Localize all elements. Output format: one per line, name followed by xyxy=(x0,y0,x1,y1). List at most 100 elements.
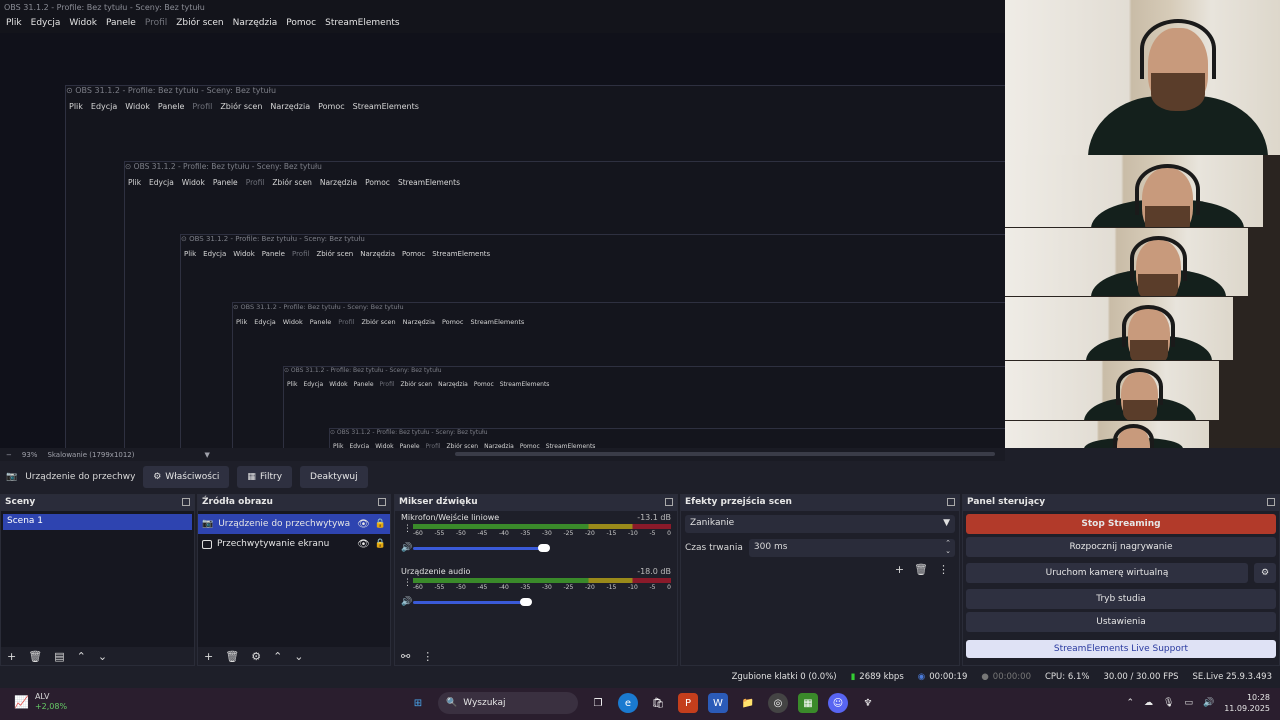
meter-tick: -25 xyxy=(563,530,574,537)
speaker-icon[interactable]: 🔊 xyxy=(401,597,412,607)
volume-icon[interactable]: 🔊 xyxy=(1203,698,1214,708)
volume-slider-handle[interactable] xyxy=(538,544,551,552)
source-item[interactable]: 📷 Urządzenie do przechwytywania v 👁 🔒 xyxy=(198,514,390,534)
chevron-up-icon[interactable]: ⌃ xyxy=(273,650,282,663)
add-icon[interactable]: + xyxy=(7,650,16,663)
chevron-up-icon[interactable]: ⌃ xyxy=(77,650,86,663)
display-icon[interactable]: ▭ xyxy=(1184,698,1193,708)
menu-item[interactable]: Widok xyxy=(69,18,97,33)
windows-start-icon[interactable]: ⊞ xyxy=(408,693,428,713)
trash-icon[interactable]: 🗑 xyxy=(28,650,42,663)
menu-item[interactable]: Edycja xyxy=(31,18,61,33)
menu-item[interactable]: Panele xyxy=(106,18,136,33)
stop-streaming-button[interactable]: Stop Streaming xyxy=(966,514,1276,534)
menu-item[interactable]: Plik xyxy=(6,18,22,33)
nested-menu-item: Pomoc xyxy=(473,381,494,388)
volume-slider[interactable] xyxy=(413,547,543,550)
selected-source-name: Urządzenie do przechwytyw xyxy=(25,472,136,482)
more-icon[interactable]: ⋮ xyxy=(938,563,949,576)
nested-menu-bar: Plik Edycja Widok Panele Profil Zbiór scen Nar… xyxy=(287,381,549,388)
microphone-icon[interactable]: 🎙 xyxy=(1163,698,1174,708)
stream-icon: ◉ xyxy=(917,672,926,682)
gear-icon[interactable]: ⚙ xyxy=(251,650,261,663)
spin-icon[interactable]: ⌃ ⌄ xyxy=(945,539,951,555)
menu-item[interactable]: Profil xyxy=(145,18,167,33)
task-view-icon[interactable]: ❐ xyxy=(588,693,608,713)
controls-title: Panel sterujący xyxy=(963,495,1279,511)
trash-icon[interactable]: 🗑 xyxy=(914,563,928,576)
speaker-icon[interactable]: 🔊 xyxy=(401,543,412,553)
obs-streamelements-icon[interactable]: ♆ xyxy=(858,693,878,713)
preview-canvas[interactable]: ⊙ OBS 31.1.2 - Profile: Bez tytułu - Sce… xyxy=(0,33,1005,448)
settings-button[interactable]: Ustawienia xyxy=(966,612,1276,632)
scene-item[interactable]: Scena 1 xyxy=(3,514,192,530)
duration-field[interactable]: 300 ms ⌃ ⌄ xyxy=(748,539,955,557)
more-icon[interactable]: ⋮ xyxy=(403,525,412,534)
virtual-camera-button[interactable]: Uruchom kamerę wirtualną xyxy=(966,563,1248,583)
source-item[interactable]: Przechwytywanie ekranu 👁 🔒 xyxy=(198,534,390,554)
menu-item[interactable]: Narzędzia xyxy=(233,18,278,33)
nested-menu-item: Profil xyxy=(291,250,310,258)
powerpoint-icon[interactable]: P xyxy=(678,693,698,713)
word-icon[interactable]: W xyxy=(708,693,728,713)
menu-item[interactable]: Pomoc xyxy=(286,18,316,33)
nested-menu-item: Edycja xyxy=(203,250,227,258)
popout-icon[interactable] xyxy=(1267,498,1275,506)
start-recording-button[interactable]: Rozpocznij nagrywanie xyxy=(966,537,1276,557)
menu-item[interactable]: StreamElements xyxy=(325,18,400,33)
filters-button[interactable]: ▦ Filtry xyxy=(237,466,293,488)
chevron-down-icon[interactable]: ⌄ xyxy=(98,650,107,663)
discord-icon[interactable]: ☺ xyxy=(828,693,848,713)
mixer-dock: Mikser dźwięku Mikrofon/Wejście liniowe -… xyxy=(394,494,678,666)
scaling-info: Skalowanie (1799x1012) xyxy=(47,450,135,459)
properties-button[interactable]: ⚙ Właściwości xyxy=(143,466,230,488)
link-icon[interactable]: ⚯ xyxy=(401,650,410,663)
chevron-down-icon[interactable]: ▼ xyxy=(205,451,210,459)
deactivate-button[interactable]: Deaktywuj xyxy=(300,466,368,488)
se-support-button[interactable]: StreamElements Live Support xyxy=(966,640,1276,658)
search-box[interactable]: 🔍 Wyszukaj xyxy=(438,692,578,714)
more-icon[interactable]: ⋮ xyxy=(422,650,433,663)
add-icon[interactable]: + xyxy=(204,650,213,663)
popout-icon[interactable] xyxy=(182,498,190,506)
add-icon[interactable]: + xyxy=(895,563,904,576)
eye-icon[interactable]: 👁 xyxy=(357,519,370,530)
stock-chart-icon: 📈 xyxy=(14,695,29,709)
more-icon[interactable]: ⋮ xyxy=(403,579,412,588)
meter-tick: -55 xyxy=(434,584,445,591)
nested-menu-item: Narzędzia xyxy=(438,381,468,388)
cloud-icon[interactable]: ☁ xyxy=(1144,698,1153,708)
volume-slider[interactable] xyxy=(413,601,524,604)
volume-slider-handle[interactable] xyxy=(519,598,532,606)
nested-menu-item: StreamElements xyxy=(352,102,419,111)
meter-tick: 0 xyxy=(667,530,671,537)
webcam-frame xyxy=(1005,421,1209,448)
studio-mode-button[interactable]: Tryb studia xyxy=(966,589,1276,609)
chrome-icon[interactable]: ◎ xyxy=(768,693,788,713)
chevron-up-icon[interactable]: ⌃ xyxy=(1126,698,1134,708)
chevron-down-icon[interactable]: ⌄ xyxy=(294,650,303,663)
properties-label: Właściwości xyxy=(165,472,220,482)
store-icon[interactable]: 🛍 xyxy=(648,693,668,713)
file-explorer-icon[interactable]: 📁 xyxy=(738,693,758,713)
edge-icon[interactable]: e xyxy=(618,693,638,713)
minecraft-icon[interactable]: ▦ xyxy=(798,693,818,713)
stock-widget[interactable]: 📈 ALV +2,08% xyxy=(14,692,67,712)
source-label: Urządzenie do przechwytywania v xyxy=(218,519,351,529)
meter-tick: -10 xyxy=(628,530,638,537)
preview-scrollbar[interactable] xyxy=(455,452,995,456)
filter-icon[interactable]: ▤ xyxy=(54,650,64,663)
zoom-out-button[interactable]: − xyxy=(6,451,12,459)
popout-icon[interactable] xyxy=(665,498,673,506)
nested-menu-item: Zbiór scen xyxy=(316,250,354,258)
lock-icon[interactable]: 🔒 xyxy=(375,539,386,549)
menu-item[interactable]: Zbiór scen xyxy=(176,18,223,33)
lock-icon[interactable]: 🔒 xyxy=(375,519,386,529)
transition-select[interactable]: Zanikanie ▼ xyxy=(685,515,955,533)
popout-icon[interactable] xyxy=(378,498,386,506)
popout-icon[interactable] xyxy=(947,498,955,506)
gear-icon[interactable]: ⚙ xyxy=(1254,563,1276,583)
clock[interactable]: 10:28 11.09.2025 xyxy=(1224,692,1270,714)
trash-icon[interactable]: 🗑 xyxy=(225,650,239,663)
eye-icon[interactable]: 👁 xyxy=(357,539,370,550)
